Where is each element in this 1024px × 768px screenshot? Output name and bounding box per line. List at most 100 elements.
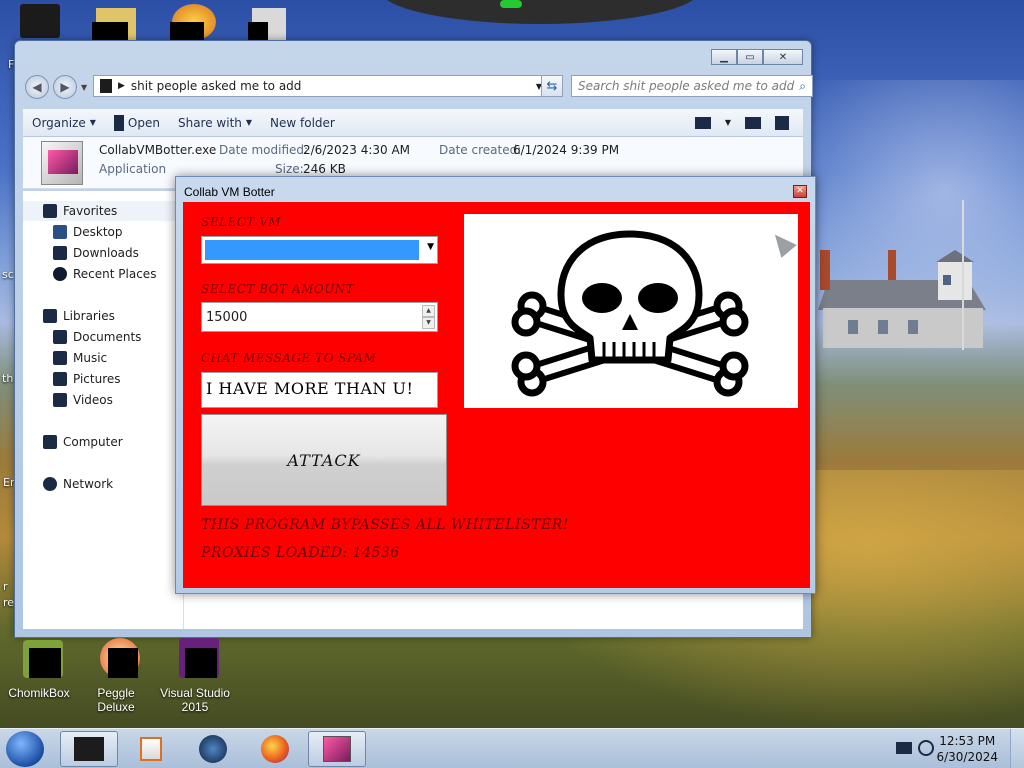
show-desktop-button[interactable]: [1010, 729, 1024, 768]
open-button[interactable]: Open: [105, 109, 169, 136]
recycle-bin-icon[interactable]: [20, 4, 60, 38]
close-button[interactable]: ✕: [793, 185, 807, 198]
desktop-icon-label: Visual Studio 2015: [160, 686, 230, 714]
maximize-button[interactable]: ▭: [737, 49, 763, 65]
taskbar-media-player[interactable]: [122, 731, 180, 767]
documents-icon: [53, 330, 67, 344]
clock[interactable]: 12:53 PM 6/30/2024: [936, 733, 998, 765]
file-name: CollabVMBotter.exe: [99, 143, 217, 157]
share-with-label: Share with: [177, 115, 242, 130]
app-icon: [113, 114, 124, 131]
search-input[interactable]: Search shit people asked me to add ⌕: [571, 75, 813, 97]
downloads-icon: [53, 246, 67, 260]
vm-select-dropdown[interactable]: ▼: [201, 236, 438, 264]
share-with-button[interactable]: Share with ▼: [169, 109, 261, 136]
taskbar: 12:53 PM 6/30/2024: [0, 728, 1024, 768]
nav-label: Downloads: [73, 246, 139, 260]
botter-taskbar-icon: [323, 736, 351, 762]
date-created-label: Date created:: [439, 143, 522, 157]
size-label: Size:: [275, 162, 304, 176]
nav-network[interactable]: Network: [43, 477, 113, 491]
taskbar-globe[interactable]: [184, 731, 242, 767]
desktop-gadget: [380, 0, 700, 24]
network-icon: [43, 477, 57, 491]
date-created-value: 6/1/2024 9:39 PM: [513, 143, 620, 157]
taskbar-firefox[interactable]: [246, 731, 304, 767]
edge-label: sc: [2, 268, 14, 281]
nav-videos[interactable]: Videos: [53, 393, 113, 407]
visual-studio-icon: [173, 638, 219, 684]
stepper-down-icon[interactable]: ▼: [422, 317, 435, 329]
forward-icon[interactable]: ▶: [53, 75, 77, 99]
nav-label: Recent Places: [73, 267, 157, 281]
nav-desktop[interactable]: Desktop: [53, 225, 123, 239]
breadcrumb-chevron-icon[interactable]: ▶: [118, 81, 125, 91]
bypass-text: THIS PROGRAM BYPASSES ALL WHITELISTER!: [201, 517, 569, 533]
attack-button[interactable]: ATTACK: [201, 414, 447, 506]
nav-documents[interactable]: Documents: [53, 330, 141, 344]
back-icon[interactable]: ◀: [25, 75, 49, 99]
nav-favorites[interactable]: Favorites: [43, 204, 117, 218]
taskbar-explorer[interactable]: [60, 731, 118, 767]
network-tray-icon[interactable]: [896, 742, 912, 754]
dropdown-arrow-icon[interactable]: ▼: [427, 242, 434, 252]
new-folder-button[interactable]: New folder: [261, 109, 344, 136]
nav-downloads[interactable]: Downloads: [53, 246, 139, 260]
computer-icon: [43, 435, 57, 449]
nav-label: Desktop: [73, 225, 123, 239]
nav-pictures[interactable]: Pictures: [53, 372, 121, 386]
botter-client-area: SELECT VM ▼ SELECT BOT AMOUNT 15000 ▲ ▼ …: [183, 202, 810, 588]
collab-vm-botter-window: Collab VM Botter ✕ SELECT VM ▼ SELECT BO…: [175, 176, 816, 594]
recent-pages-chevron-icon[interactable]: ▼: [81, 83, 87, 92]
stepper-up-icon[interactable]: ▲: [422, 305, 435, 317]
bot-amount-stepper[interactable]: ▲ ▼: [422, 305, 435, 329]
nav-label: Libraries: [63, 309, 115, 323]
redaction-box: [248, 22, 268, 40]
nav-computer[interactable]: Computer: [43, 435, 123, 449]
taskbar-collabvm-botter[interactable]: [308, 731, 366, 767]
attack-label: ATTACK: [287, 450, 361, 470]
desktop-icon-label: ChomikBox: [8, 686, 70, 700]
desktop-icon-peggle-deluxe[interactable]: Peggle Deluxe: [80, 638, 152, 714]
volume-tray-icon[interactable]: [918, 740, 934, 756]
new-folder-label: New folder: [270, 115, 335, 130]
view-options-icon[interactable]: [694, 116, 711, 129]
nav-libraries[interactable]: Libraries: [43, 309, 115, 323]
start-button[interactable]: [6, 731, 44, 767]
command-bar: Organize ▼ Open Share with ▼ New folder ▼: [23, 109, 803, 137]
desktop-icon-visual-studio-2015[interactable]: Visual Studio 2015: [159, 638, 231, 714]
search-icon[interactable]: ⌕: [799, 79, 806, 94]
navigation-bar: ◀ ▶ ▼ ▶ shit people asked me to add ▼ ⇆ …: [23, 73, 813, 101]
dropdown-icon: ▼: [89, 118, 96, 127]
pictures-icon: [53, 372, 67, 386]
preview-pane-icon[interactable]: [745, 116, 761, 129]
folder-icon: [100, 79, 112, 93]
skull-crossbones-icon: [511, 230, 749, 397]
file-type: Application: [99, 162, 167, 176]
clock-date: 6/30/2024: [936, 750, 998, 764]
window-title: Collab VM Botter: [184, 185, 275, 199]
nav-recent-places[interactable]: Recent Places: [53, 267, 156, 281]
organize-button[interactable]: Organize ▼: [23, 109, 105, 136]
refresh-icon[interactable]: ⇆: [541, 75, 563, 97]
edge-label: r: [3, 580, 8, 593]
bot-amount-input[interactable]: 15000 ▲ ▼: [201, 302, 438, 332]
videos-icon: [53, 393, 67, 407]
address-bar[interactable]: ▶ shit people asked me to add ▼: [93, 75, 549, 97]
navigation-pane: Favorites Desktop Downloads Recent Place…: [23, 191, 183, 629]
nav-label: Favorites: [63, 204, 118, 218]
minimize-button[interactable]: ▁: [711, 49, 737, 65]
chat-message-label: CHAT MESSAGE TO SPAM: [201, 351, 377, 365]
select-vm-label: SELECT VM: [201, 215, 282, 229]
desktop-icon: [53, 225, 67, 239]
organize-label: Organize: [32, 115, 86, 130]
nav-music[interactable]: Music: [53, 351, 107, 365]
view-dropdown-icon[interactable]: ▼: [725, 118, 731, 127]
desktop-icon-chomikbox[interactable]: ChomikBox: [3, 638, 75, 700]
close-button[interactable]: ✕: [763, 49, 803, 65]
chat-message-input[interactable]: I HAVE MORE THAN U!: [201, 372, 438, 408]
nav-label: Computer: [63, 435, 123, 449]
edge-label: re: [3, 596, 15, 609]
firefox-icon: [261, 735, 289, 763]
help-icon[interactable]: [775, 115, 789, 130]
